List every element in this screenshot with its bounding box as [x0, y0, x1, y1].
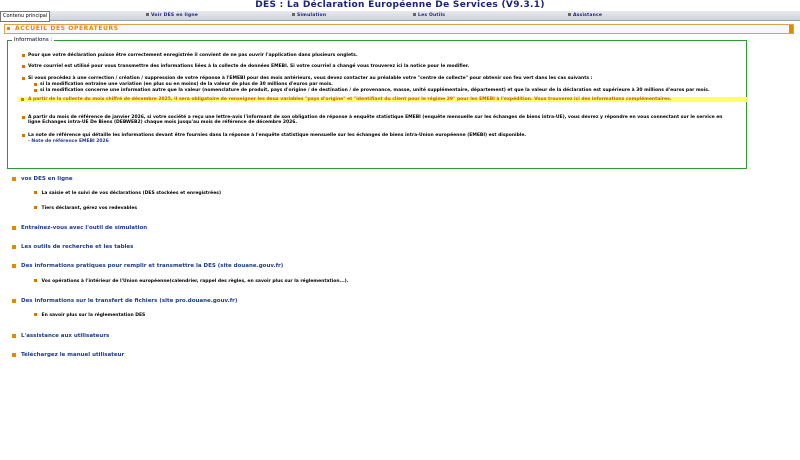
bullet-icon	[34, 89, 37, 92]
info-item-continued: ligne Echanges intra-UE De Biens (DEBWEB…	[28, 120, 298, 125]
bullet-icon	[22, 54, 25, 57]
informations-legend: Informations :	[14, 37, 53, 43]
nav-bar: Contenu principal Voir DES en ligne Simu…	[0, 11, 800, 22]
bullet-icon	[21, 98, 24, 101]
app-title: DES : La Déclaration Européenne De Servi…	[255, 0, 545, 10]
info-item: Pour que votre déclaration puisse être c…	[22, 53, 738, 58]
info-item: Si vous procédez à une correction / créa…	[22, 76, 738, 81]
section-manuel-utilisateur[interactable]: Téléchargez le manuel utilisateur	[12, 352, 124, 358]
subitem-reglementation-des[interactable]: En savoir plus sur la réglementation DES	[34, 313, 145, 318]
section-square-icon	[12, 352, 16, 357]
section-square-icon	[12, 225, 16, 230]
section-assistance[interactable]: L'assistance aux utilisateurs	[12, 333, 109, 339]
nav-square-icon	[292, 13, 295, 16]
nav-simulation[interactable]: Simulation	[292, 11, 326, 20]
accueil-header: ACCUEIL DES OPÉRATEURS	[4, 24, 794, 34]
nav-les-outils[interactable]: Les Outils	[413, 11, 445, 20]
bullet-icon	[22, 65, 25, 68]
accueil-title: ACCUEIL DES OPÉRATEURS	[15, 25, 119, 32]
note-reference-link[interactable]: - Note de référence EMEBI 2026	[28, 139, 708, 144]
nav-assistance[interactable]: Assistance	[568, 11, 602, 20]
nav-square-icon	[413, 13, 416, 16]
bullet-icon	[34, 279, 37, 282]
section-outils-recherche[interactable]: Les outils de recherche et les tables	[12, 244, 133, 250]
subitem-tiers-declarant[interactable]: Tiers déclarant, gérez vos redevables	[34, 206, 137, 211]
bullet-icon	[22, 116, 25, 119]
info-item: La note de référence qui détaille les in…	[22, 133, 738, 138]
bullet-icon	[34, 191, 37, 194]
subitem-operations-ue[interactable]: Vos opérations à l'intérieur de l'Union …	[34, 279, 348, 284]
section-simulation[interactable]: Entraînez-vous avec l'outil de simulatio…	[12, 225, 147, 231]
section-transfert-fichiers[interactable]: Des informations sur le transfert de fic…	[12, 298, 237, 304]
bullet-icon	[22, 134, 25, 137]
informations-box: Informations : Pour que votre déclaratio…	[7, 37, 748, 169]
section-square-icon	[12, 263, 16, 268]
nav-square-icon	[568, 13, 571, 16]
info-subitem: si la modification concerne une informat…	[34, 88, 720, 93]
nav-contenu-principal[interactable]: Contenu principal	[0, 11, 51, 22]
bullet-icon	[34, 313, 37, 316]
nav-voir-des-en-ligne[interactable]: Voir DES en ligne	[146, 11, 198, 20]
nav-square-icon	[146, 13, 149, 16]
section-des-en-ligne[interactable]: vos DES en ligne	[12, 176, 73, 182]
header-square-icon	[7, 27, 10, 30]
bullet-icon	[34, 83, 37, 86]
section-square-icon	[12, 176, 16, 181]
section-square-icon	[12, 333, 16, 338]
top-bar: DES : La Déclaration Européenne De Servi…	[0, 0, 800, 22]
section-square-icon	[12, 298, 16, 303]
bullet-icon	[22, 77, 25, 80]
info-subitem: si la modification entraîne une variatio…	[34, 82, 720, 87]
section-infos-pratiques[interactable]: Des informations pratiques pour remplir …	[12, 263, 283, 269]
info-item-highlight: A partir de la collecte du mois chiffré …	[18, 97, 748, 103]
section-square-icon	[12, 244, 16, 249]
info-item: Votre courriel est utilisé pour vous tra…	[22, 64, 738, 69]
header-corner-icon	[789, 25, 793, 33]
bullet-icon	[34, 206, 37, 209]
subitem-saisie-suivi[interactable]: La saisie et le suivi de vos déclaration…	[34, 191, 221, 196]
